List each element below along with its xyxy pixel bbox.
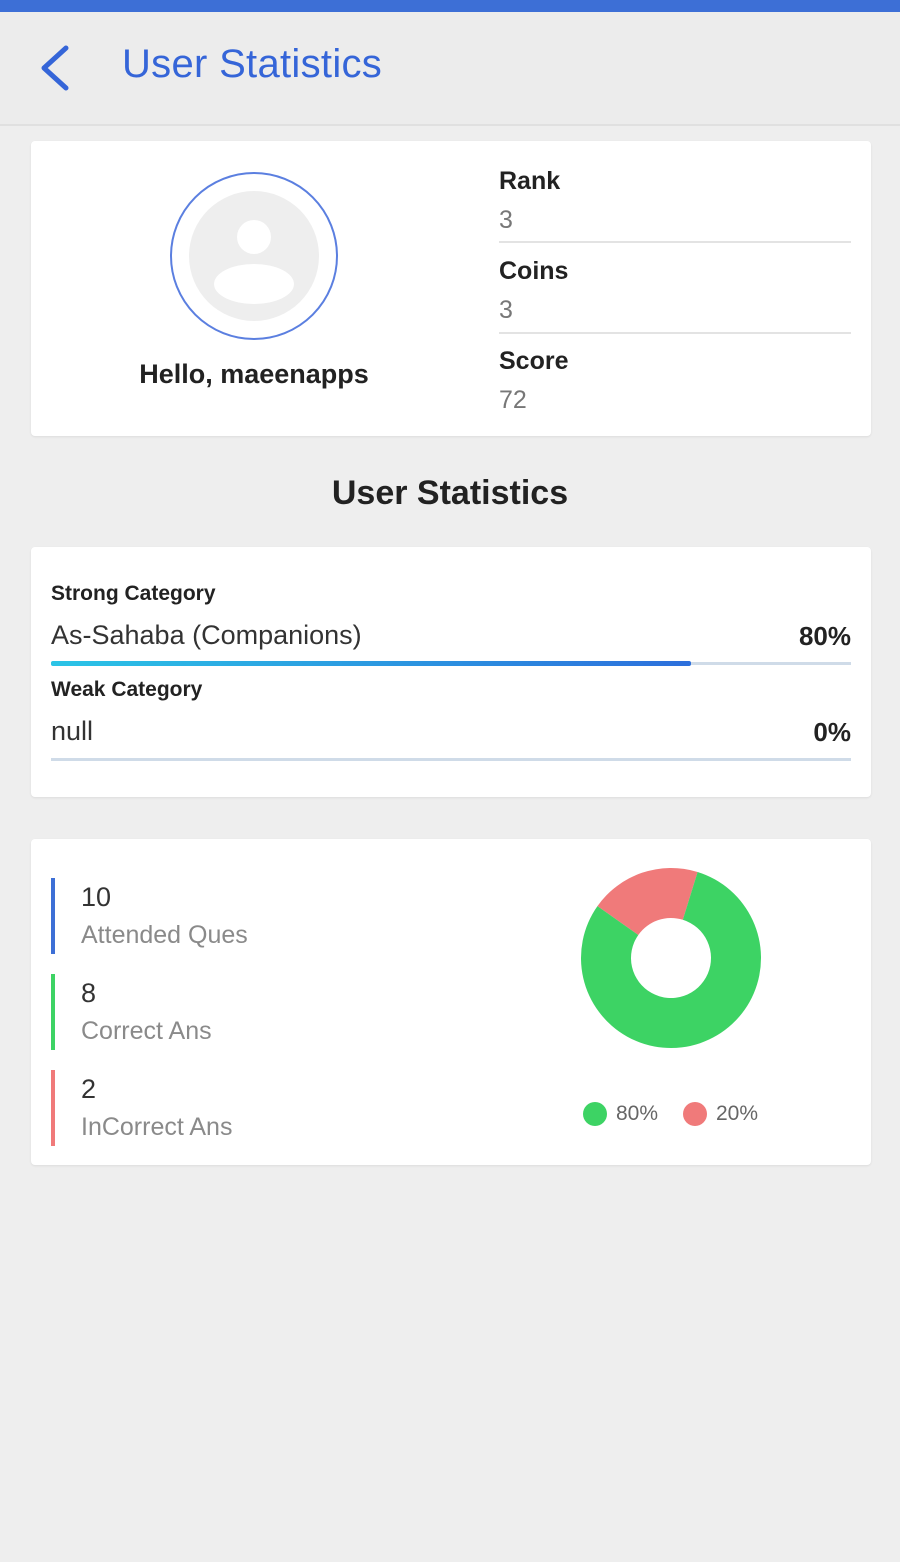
weak-category-label: Weak Category [51, 678, 203, 701]
legend-item-incorrect: 20% [683, 1099, 758, 1129]
chevron-left-icon [41, 45, 69, 91]
correct-answers: 8 Correct Ans [51, 974, 212, 1050]
section-heading: User Statistics [331, 474, 569, 512]
strong-category-percent: 80% [798, 621, 851, 651]
app-bar: User Statistics [0, 12, 900, 126]
divider [499, 332, 851, 334]
person-icon [189, 191, 319, 321]
stat-coins: Coins 3 [499, 257, 851, 325]
profile-card: Hello, maeenapps Rank 3 Coins 3 Score 72 [31, 141, 871, 436]
accent-bar [51, 974, 55, 1050]
divider [499, 241, 851, 243]
incorrect-answers: 2 InCorrect Ans [51, 1070, 232, 1146]
stat-value: 3 [499, 206, 513, 234]
page-title: User Statistics [122, 42, 383, 86]
avatar[interactable] [170, 172, 338, 340]
count-value: 8 [81, 978, 97, 1008]
back-button[interactable] [28, 40, 84, 96]
stat-value: 3 [499, 296, 513, 324]
count-label: Attended Ques [81, 921, 248, 949]
attended-questions: 10 Attended Ques [51, 878, 248, 954]
legend-dot [583, 1102, 607, 1127]
strong-category-name: As-Sahaba (Companions) [51, 620, 362, 650]
stat-label: Coins [499, 257, 569, 285]
count-label: Correct Ans [81, 1017, 212, 1045]
accent-bar [51, 1070, 55, 1146]
accent-bar [51, 878, 55, 954]
weak-category-percent: 0% [813, 717, 851, 747]
stat-label: Rank [499, 167, 561, 195]
count-label: InCorrect Ans [81, 1113, 233, 1141]
progress-fill [51, 661, 691, 666]
stat-label: Score [499, 347, 569, 375]
answers-donut-chart [581, 868, 761, 1048]
stat-rank: Rank 3 [499, 167, 851, 235]
legend-label: 80% [616, 1102, 659, 1125]
legend-label: 20% [716, 1102, 759, 1125]
legend-item-correct: 80% [583, 1099, 658, 1129]
strong-category-progress [51, 661, 851, 666]
stat-value: 72 [499, 386, 527, 414]
legend-dot [683, 1102, 707, 1127]
strong-category-label: Strong Category [51, 582, 216, 605]
greeting-text: Hello, maeenapps [139, 359, 369, 389]
answers-card: 10 Attended Ques 8 Correct Ans 2 InCorre… [31, 839, 871, 1165]
stat-score: Score 72 [499, 347, 851, 415]
count-value: 10 [81, 882, 112, 912]
category-card: Strong Category As-Sahaba (Companions) 8… [31, 547, 871, 797]
weak-category-progress [51, 758, 851, 761]
status-bar [0, 0, 900, 12]
count-value: 2 [81, 1074, 97, 1104]
weak-category-name: null [51, 716, 94, 746]
